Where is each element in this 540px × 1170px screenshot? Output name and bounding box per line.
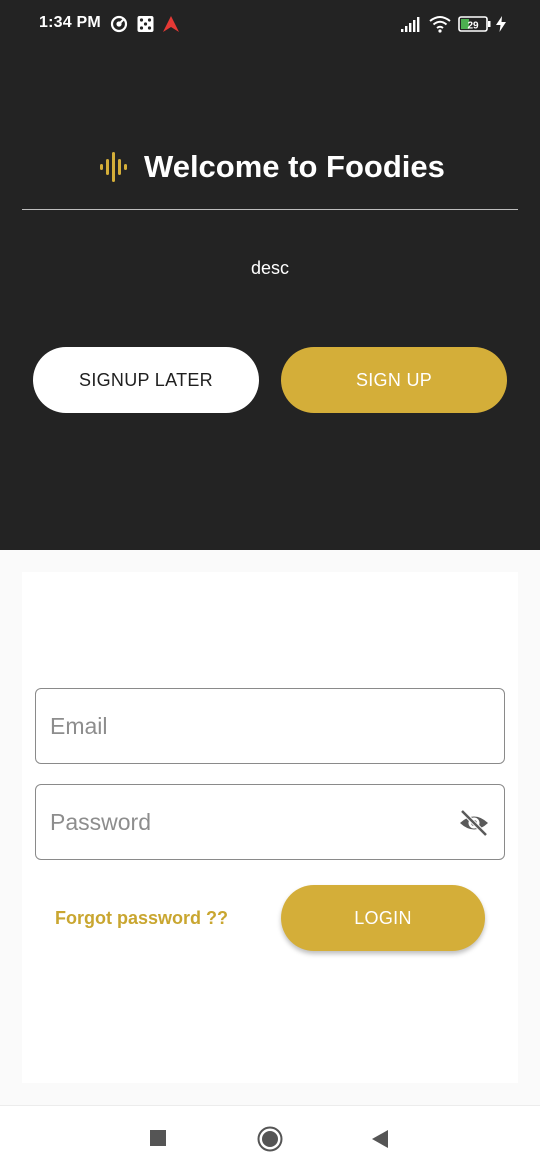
welcome-header: Welcome to Foodies — [0, 146, 540, 190]
status-bar: 1:34 PM 29 — [0, 0, 540, 48]
email-field[interactable] — [35, 688, 505, 764]
battery-level: 29 — [467, 21, 479, 32]
system-nav-bar — [0, 1105, 540, 1170]
welcome-description: desc — [250, 258, 290, 278]
dice-icon — [137, 16, 154, 32]
login-button[interactable]: LOGIN — [281, 885, 485, 951]
eye-off-icon[interactable] — [458, 809, 490, 837]
signup-button[interactable]: SIGN UP — [281, 347, 507, 413]
recents-square-icon[interactable] — [150, 1130, 166, 1146]
signup-later-button[interactable]: SIGNUP LATER — [33, 347, 259, 413]
forgot-password-link[interactable]: Forgot password ?? — [55, 908, 228, 929]
sync-icon — [110, 15, 128, 33]
wifi-icon — [429, 16, 451, 33]
welcome-title: Welcome to Foodies — [144, 149, 445, 184]
header-divider — [22, 209, 518, 210]
password-input[interactable] — [50, 785, 450, 859]
soundwave-icon — [100, 152, 127, 182]
battery-icon: 29 — [458, 16, 491, 32]
signal-icon — [401, 17, 420, 32]
home-circle-icon[interactable] — [257, 1126, 283, 1152]
charging-icon — [496, 16, 506, 32]
status-time: 1:34 PM — [39, 14, 101, 31]
red-arrow-icon — [163, 16, 179, 32]
password-field[interactable] — [35, 784, 505, 860]
back-triangle-icon[interactable] — [371, 1129, 389, 1149]
email-input[interactable] — [50, 689, 450, 763]
